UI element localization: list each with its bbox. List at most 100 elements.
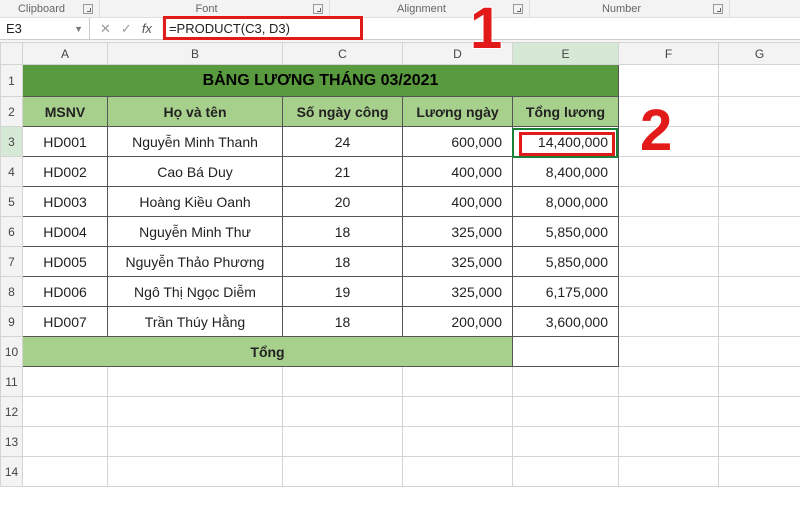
- col-ngaycong[interactable]: Số ngày công: [283, 97, 403, 127]
- cell-days[interactable]: 18: [283, 217, 403, 247]
- cell-days[interactable]: 20: [283, 187, 403, 217]
- select-all-corner[interactable]: [1, 43, 23, 65]
- cell-msnv[interactable]: HD002: [23, 157, 108, 187]
- cell[interactable]: [23, 397, 108, 427]
- cell[interactable]: [619, 65, 719, 97]
- cell[interactable]: [619, 217, 719, 247]
- cell[interactable]: [719, 247, 800, 277]
- cell-rate[interactable]: 325,000: [403, 277, 513, 307]
- cell-days[interactable]: 18: [283, 307, 403, 337]
- cell[interactable]: [619, 427, 719, 457]
- row-header[interactable]: 5: [1, 187, 23, 217]
- col-header-d[interactable]: D: [403, 43, 513, 65]
- cell[interactable]: [619, 277, 719, 307]
- cell-name[interactable]: Cao Bá Duy: [108, 157, 283, 187]
- cell[interactable]: [23, 427, 108, 457]
- cell[interactable]: [513, 427, 619, 457]
- row-header[interactable]: 1: [1, 65, 23, 97]
- col-header-f[interactable]: F: [619, 43, 719, 65]
- cell-name[interactable]: Nguyễn Minh Thanh: [108, 127, 283, 157]
- total-label[interactable]: Tổng: [23, 337, 513, 367]
- cell[interactable]: [619, 187, 719, 217]
- cell[interactable]: [23, 457, 108, 487]
- cell[interactable]: [719, 457, 800, 487]
- cell[interactable]: [719, 97, 800, 127]
- cell[interactable]: [719, 217, 800, 247]
- cell-msnv[interactable]: HD006: [23, 277, 108, 307]
- cell-total[interactable]: 5,850,000: [513, 217, 619, 247]
- cell[interactable]: [719, 337, 800, 367]
- cell-name[interactable]: Ngô Thị Ngọc Diễm: [108, 277, 283, 307]
- row-header[interactable]: 9: [1, 307, 23, 337]
- row-header[interactable]: 3: [1, 127, 23, 157]
- row-header[interactable]: 7: [1, 247, 23, 277]
- cell-days[interactable]: 19: [283, 277, 403, 307]
- fx-icon[interactable]: fx: [142, 21, 152, 36]
- cell[interactable]: [108, 367, 283, 397]
- cell-days[interactable]: 18: [283, 247, 403, 277]
- col-header-a[interactable]: A: [23, 43, 108, 65]
- cell-msnv[interactable]: HD003: [23, 187, 108, 217]
- cell[interactable]: [619, 97, 719, 127]
- cell[interactable]: [619, 397, 719, 427]
- col-header-b[interactable]: B: [108, 43, 283, 65]
- cell-rate[interactable]: 400,000: [403, 157, 513, 187]
- cell[interactable]: [719, 397, 800, 427]
- cell[interactable]: [619, 457, 719, 487]
- cell[interactable]: [283, 457, 403, 487]
- cell-total[interactable]: 8,000,000: [513, 187, 619, 217]
- dialog-launcher-icon[interactable]: [513, 4, 523, 14]
- cell-total[interactable]: 3,600,000: [513, 307, 619, 337]
- cell-rate[interactable]: 400,000: [403, 187, 513, 217]
- cell[interactable]: [108, 457, 283, 487]
- total-value-cell[interactable]: [513, 337, 619, 367]
- row-header[interactable]: 8: [1, 277, 23, 307]
- cell[interactable]: [719, 127, 800, 157]
- col-header-g[interactable]: G: [719, 43, 800, 65]
- cell-msnv[interactable]: HD007: [23, 307, 108, 337]
- cell-rate[interactable]: 325,000: [403, 247, 513, 277]
- cell-msnv[interactable]: HD005: [23, 247, 108, 277]
- worksheet[interactable]: A B C D E F G 1 BẢNG LƯƠNG THÁNG 03/2021…: [0, 42, 800, 487]
- cell[interactable]: [619, 337, 719, 367]
- dialog-launcher-icon[interactable]: [83, 4, 93, 14]
- cell[interactable]: [283, 427, 403, 457]
- row-header[interactable]: 2: [1, 97, 23, 127]
- col-hoten[interactable]: Họ và tên: [108, 97, 283, 127]
- formula-input[interactable]: =PRODUCT(C3, D3): [163, 18, 800, 39]
- row-header[interactable]: 6: [1, 217, 23, 247]
- cell-total[interactable]: 8,400,000: [513, 157, 619, 187]
- cancel-icon[interactable]: ✕: [100, 21, 111, 37]
- cell[interactable]: [513, 457, 619, 487]
- cell[interactable]: [283, 367, 403, 397]
- cell-days[interactable]: 21: [283, 157, 403, 187]
- name-box[interactable]: E3 ▼: [0, 18, 90, 39]
- cell[interactable]: [619, 247, 719, 277]
- cell[interactable]: [513, 367, 619, 397]
- cell[interactable]: [108, 397, 283, 427]
- cell-rate[interactable]: 600,000: [403, 127, 513, 157]
- cell[interactable]: [403, 457, 513, 487]
- dialog-launcher-icon[interactable]: [313, 4, 323, 14]
- col-header-e[interactable]: E: [513, 43, 619, 65]
- cell[interactable]: [719, 427, 800, 457]
- cell[interactable]: [619, 157, 719, 187]
- cell[interactable]: [108, 427, 283, 457]
- cell[interactable]: [719, 65, 800, 97]
- cell[interactable]: [719, 307, 800, 337]
- dialog-launcher-icon[interactable]: [713, 4, 723, 14]
- cell-msnv[interactable]: HD004: [23, 217, 108, 247]
- col-tongluong[interactable]: Tổng lương: [513, 97, 619, 127]
- cell-total[interactable]: 14,400,000: [513, 127, 619, 157]
- cell[interactable]: [403, 427, 513, 457]
- grid[interactable]: A B C D E F G 1 BẢNG LƯƠNG THÁNG 03/2021…: [0, 42, 800, 487]
- row-header[interactable]: 4: [1, 157, 23, 187]
- cell-name[interactable]: Nguyễn Thảo Phương: [108, 247, 283, 277]
- col-luongngay[interactable]: Lương ngày: [403, 97, 513, 127]
- row-header[interactable]: 10: [1, 337, 23, 367]
- confirm-icon[interactable]: ✓: [121, 21, 132, 37]
- row-header[interactable]: 12: [1, 397, 23, 427]
- row-header[interactable]: 14: [1, 457, 23, 487]
- chevron-down-icon[interactable]: ▼: [74, 24, 83, 34]
- cell[interactable]: [619, 307, 719, 337]
